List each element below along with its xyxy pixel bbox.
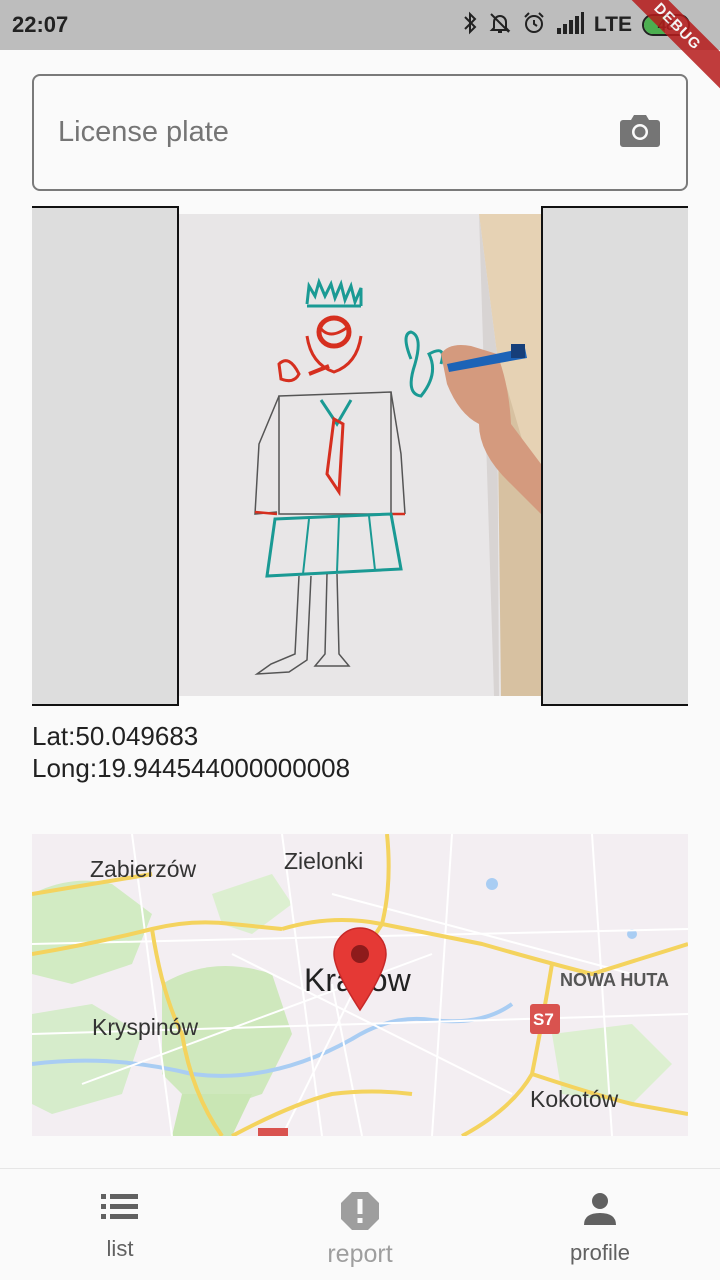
- latitude-text: Lat:50.049683: [32, 721, 199, 751]
- license-plate-field[interactable]: [32, 74, 688, 191]
- status-time: 22:07: [12, 12, 69, 37]
- road-badge-s7: S7: [533, 1010, 554, 1029]
- map-label-nowa-huta: NOWA HUTA: [560, 970, 669, 990]
- nav-label-list: list: [106, 1236, 134, 1261]
- map-label-zielonki: Zielonki: [284, 848, 364, 874]
- photo-carousel[interactable]: [32, 206, 688, 706]
- notifications-off-icon: [488, 11, 512, 40]
- location-map[interactable]: Zabierzów Zielonki Kraków NOWA HUTA Krys…: [32, 834, 688, 1136]
- camera-button[interactable]: [618, 111, 662, 155]
- report-icon: [340, 1191, 380, 1236]
- nav-label-profile: profile: [570, 1240, 630, 1265]
- nav-item-list[interactable]: list: [0, 1169, 240, 1280]
- nav-label-report: report: [327, 1240, 393, 1268]
- list-icon: [100, 1191, 140, 1228]
- next-photo-card[interactable]: [541, 206, 688, 706]
- nav-item-report[interactable]: report: [240, 1169, 480, 1280]
- bottom-navigation: list report profile: [0, 1168, 720, 1280]
- report-photo[interactable]: [179, 214, 541, 696]
- license-plate-input[interactable]: [58, 116, 618, 149]
- longitude-text: Long:19.944544000000008: [32, 753, 351, 783]
- bluetooth-icon: [462, 11, 478, 40]
- status-bar: 22:07 LTE 48 DEBUG: [0, 0, 720, 97]
- map-label-kokotow: Kokotów: [530, 1086, 619, 1112]
- person-icon: [582, 1191, 618, 1232]
- location-coordinates: Lat:50.049683 Long:19.944544000000008: [32, 720, 350, 784]
- signal-icon: [556, 11, 584, 39]
- network-type: LTE: [593, 13, 632, 36]
- map-label-kryspinow: Kryspinów: [92, 1014, 199, 1040]
- alarm-icon: [522, 11, 546, 40]
- camera-icon: [619, 112, 661, 153]
- nav-item-profile[interactable]: profile: [480, 1169, 720, 1280]
- map-label-zabierzow: Zabierzów: [90, 856, 197, 882]
- previous-photo-card[interactable]: [32, 206, 179, 706]
- whiteboard-drawing-image: [179, 214, 541, 696]
- map-marker-icon[interactable]: [332, 926, 388, 1017]
